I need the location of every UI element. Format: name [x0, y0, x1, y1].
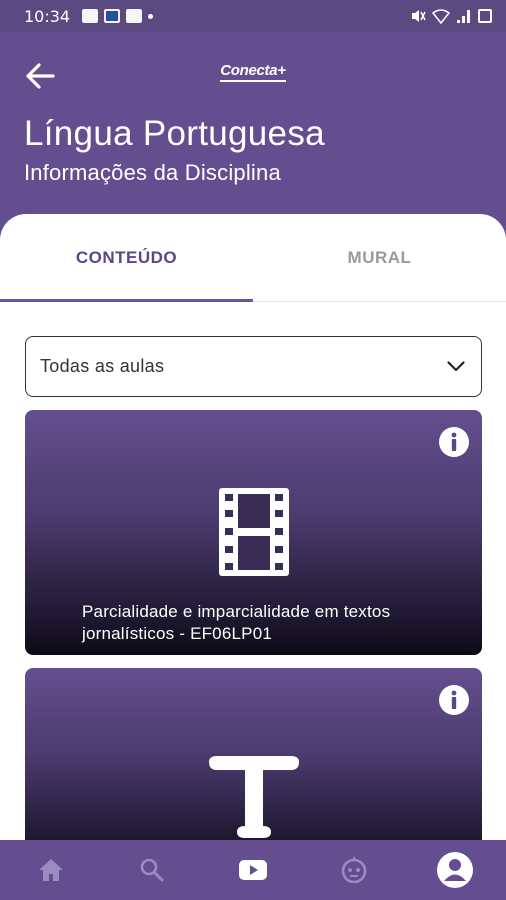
bottom-navigation — [0, 840, 506, 900]
lesson-card[interactable]: Parcialidade e imparcialidade em textos … — [25, 410, 482, 655]
tab-conteudo[interactable]: CONTEÚDO — [0, 214, 253, 302]
text-icon — [208, 756, 299, 838]
nav-profile[interactable] — [425, 840, 485, 900]
brand-text: Conecta+ — [220, 62, 286, 82]
header: Conecta+ Língua Portuguesa Informações d… — [0, 32, 506, 242]
info-icon[interactable] — [438, 426, 470, 458]
brand-logo: Conecta+ — [0, 62, 506, 82]
youtube-icon — [238, 860, 267, 880]
lesson-card[interactable] — [25, 668, 482, 854]
nav-search[interactable] — [122, 840, 182, 900]
page-title: Língua Portuguesa — [24, 114, 325, 153]
lesson-title: Parcialidade e imparcialidade em textos … — [82, 602, 391, 643]
signal-icon — [457, 10, 470, 23]
chevron-down-icon — [447, 361, 465, 372]
search-icon — [140, 858, 164, 882]
status-bar: 10:34 — [0, 0, 506, 32]
nav-assistant[interactable] — [324, 840, 384, 900]
home-icon — [38, 859, 63, 881]
image-icon — [82, 9, 99, 23]
select-value: Todas as aulas — [40, 356, 165, 376]
mute-icon — [412, 10, 426, 22]
nav-home[interactable] — [21, 840, 81, 900]
profile-icon — [437, 852, 474, 888]
nav-videos[interactable] — [223, 840, 283, 900]
content-sheet: CONTEÚDO MURAL Todas as aulas Parcialida… — [0, 214, 506, 854]
tab-mural[interactable]: MURAL — [253, 214, 506, 301]
lessons-filter-select[interactable]: Todas as aulas — [25, 336, 482, 397]
status-time: 10:34 — [24, 6, 71, 26]
message-icon — [126, 9, 143, 23]
wifi-icon — [432, 9, 450, 24]
tab-bar: CONTEÚDO MURAL — [0, 214, 506, 302]
robot-icon — [341, 857, 367, 883]
page-subtitle: Informações da Disciplina — [24, 160, 281, 185]
app-icon — [104, 9, 121, 23]
info-icon[interactable] — [438, 684, 470, 716]
notification-icons — [82, 9, 154, 23]
battery-icon — [478, 9, 492, 23]
film-icon — [218, 488, 289, 576]
more-dot-icon — [148, 13, 154, 19]
system-icons — [410, 8, 492, 24]
